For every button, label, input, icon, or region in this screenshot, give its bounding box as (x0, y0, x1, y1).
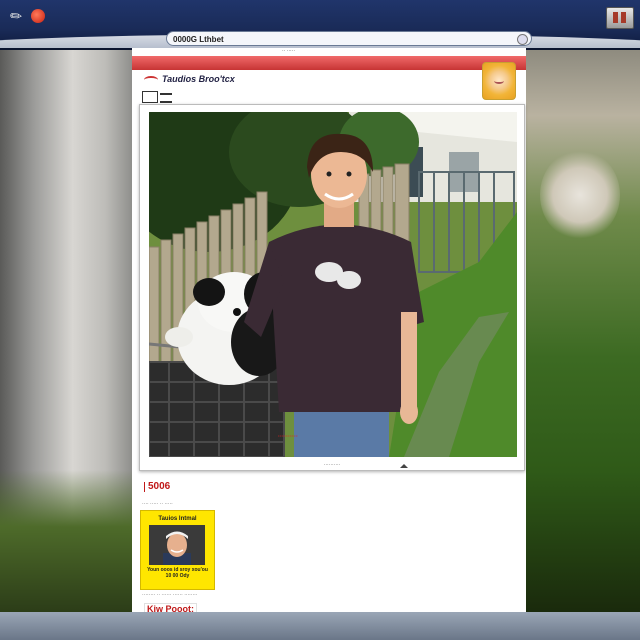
profile-photo-image (149, 525, 205, 565)
profile-card-title: Tauios Intmal (158, 516, 197, 522)
header-red-bar (132, 56, 526, 70)
photo-caption: ·········· (323, 462, 341, 468)
info-line: ···· ····· ·· ····· (142, 501, 173, 507)
info-line-secondary: ········ ·· ······ ······ ········ (142, 592, 198, 598)
profile-card[interactable]: Tauios Intmal Youn ooos id sroy xou'ou 1… (140, 510, 215, 590)
page-top-caption: ·· ····· (282, 48, 296, 54)
pen-icon[interactable]: ✎ (5, 5, 28, 28)
background-left-foliage (0, 470, 132, 612)
bottom-shelf (0, 612, 640, 640)
toolbar-mini-icons (142, 91, 172, 103)
view-count: 5006 (148, 481, 171, 492)
profile-card-photo (149, 525, 205, 565)
main-photo-image (149, 112, 517, 457)
profile-card-text: Youn ooos id sroy xou'ou 10 00 Ody (147, 567, 208, 579)
menu-icon[interactable] (160, 93, 172, 103)
record-icon[interactable] (31, 9, 45, 23)
address-go-icon[interactable] (517, 34, 528, 45)
image-icon[interactable] (142, 91, 158, 103)
main-photo[interactable] (149, 112, 517, 457)
address-bar-text: 0000G Lthbet (173, 35, 224, 44)
photo-tag: ·········· (278, 434, 298, 440)
background-right-highlight (540, 150, 620, 240)
web-page: ·· ····· Taudios Broo'tcx ·········· ···… (132, 48, 526, 640)
site-logo[interactable]: Taudios Broo'tcx (146, 74, 235, 84)
background-right-panel (526, 48, 640, 612)
address-bar[interactable]: 0000G Lthbet (166, 31, 532, 46)
caret-icon[interactable] (400, 464, 408, 468)
avatar-icon[interactable] (482, 62, 516, 100)
window-icon[interactable] (606, 7, 634, 29)
photo-frame: ·········· ·········· (139, 104, 525, 471)
